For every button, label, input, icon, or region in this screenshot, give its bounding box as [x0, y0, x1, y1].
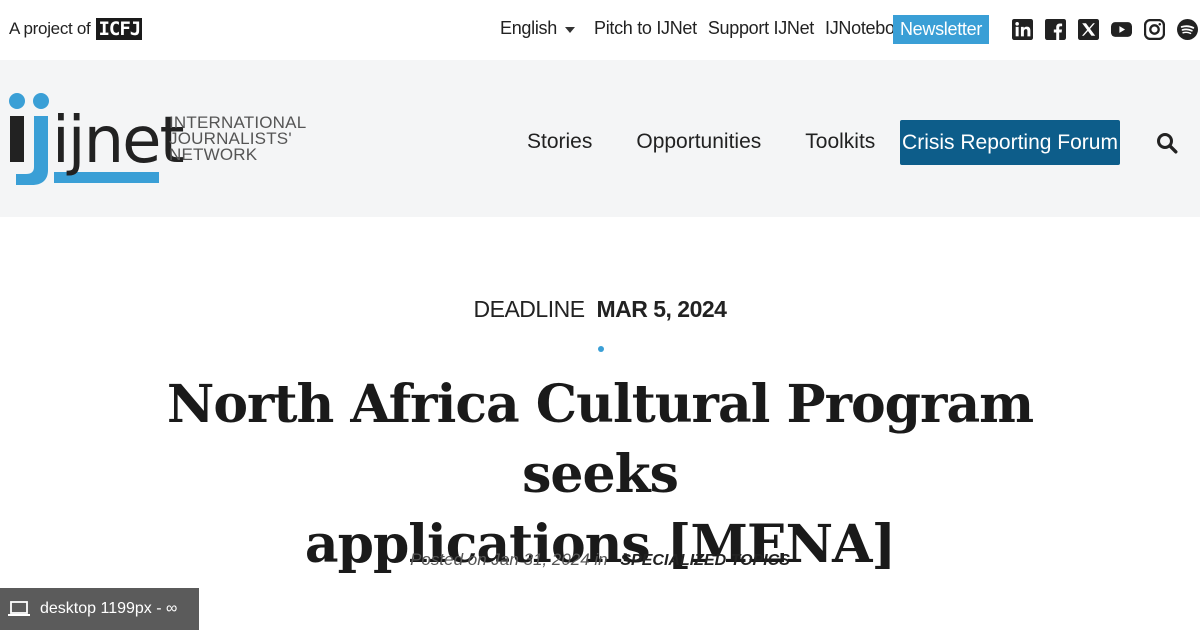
utility-links: Pitch to IJNet Support IJNet IJNotebook [594, 18, 913, 39]
site-header: ijnet INTERNATIONAL JOURNALISTS' NETWORK… [0, 60, 1200, 217]
deadline-label: DEADLINE [473, 296, 586, 322]
project-of[interactable]: A project of ICFJ [9, 18, 143, 40]
post-meta: Posted on Jan 31, 2024 in SPECIALIZED TO… [0, 550, 1200, 570]
newsletter-button[interactable]: Newsletter [893, 15, 989, 44]
page-title: North Africa Cultural Program seeks appl… [100, 370, 1100, 580]
social-icons [1012, 19, 1198, 40]
instagram-icon[interactable] [1144, 19, 1165, 40]
deadline-date: MAR 5, 2024 [596, 296, 727, 322]
youtube-icon[interactable] [1111, 19, 1132, 40]
language-selector[interactable]: English [500, 18, 575, 39]
logo-tagline: INTERNATIONAL JOURNALISTS' NETWORK [169, 114, 306, 164]
crisis-reporting-forum-button[interactable]: Crisis Reporting Forum [900, 120, 1120, 165]
search-icon[interactable] [1156, 132, 1178, 154]
title-line: North Africa Cultural Program seeks [166, 374, 1034, 505]
chevron-down-icon [564, 26, 575, 33]
divider-dot [598, 346, 604, 352]
main-nav: Stories Opportunities Toolkits [527, 130, 875, 154]
svg-text:ijnet: ijnet [52, 104, 184, 178]
viewport-badge: desktop 1199px - ∞ [0, 588, 199, 630]
facebook-icon[interactable] [1045, 19, 1066, 40]
top-utility-bar: A project of ICFJ English Pitch to IJNet… [0, 0, 1200, 60]
support-link[interactable]: Support IJNet [708, 18, 814, 39]
icfj-logo[interactable]: ICFJ [96, 18, 143, 40]
tagline-line: NETWORK [169, 145, 258, 164]
nav-toolkits[interactable]: Toolkits [805, 130, 875, 154]
deadline: DEADLINE MAR 5, 2024 [0, 296, 1200, 323]
posted-date: Posted on Jan 31, 2024 in [410, 550, 608, 569]
laptop-icon [8, 601, 30, 616]
linkedin-icon[interactable] [1012, 19, 1033, 40]
nav-opportunities[interactable]: Opportunities [636, 130, 761, 154]
category-link[interactable]: SPECIALIZED TOPICS [620, 552, 790, 569]
spotify-icon[interactable] [1177, 19, 1198, 40]
language-label: English [500, 18, 557, 38]
nav-stories[interactable]: Stories [527, 130, 592, 154]
viewport-text: desktop 1199px - ∞ [40, 600, 178, 617]
x-icon[interactable] [1078, 19, 1099, 40]
pitch-link[interactable]: Pitch to IJNet [594, 18, 697, 39]
project-label: A project of [9, 19, 91, 38]
